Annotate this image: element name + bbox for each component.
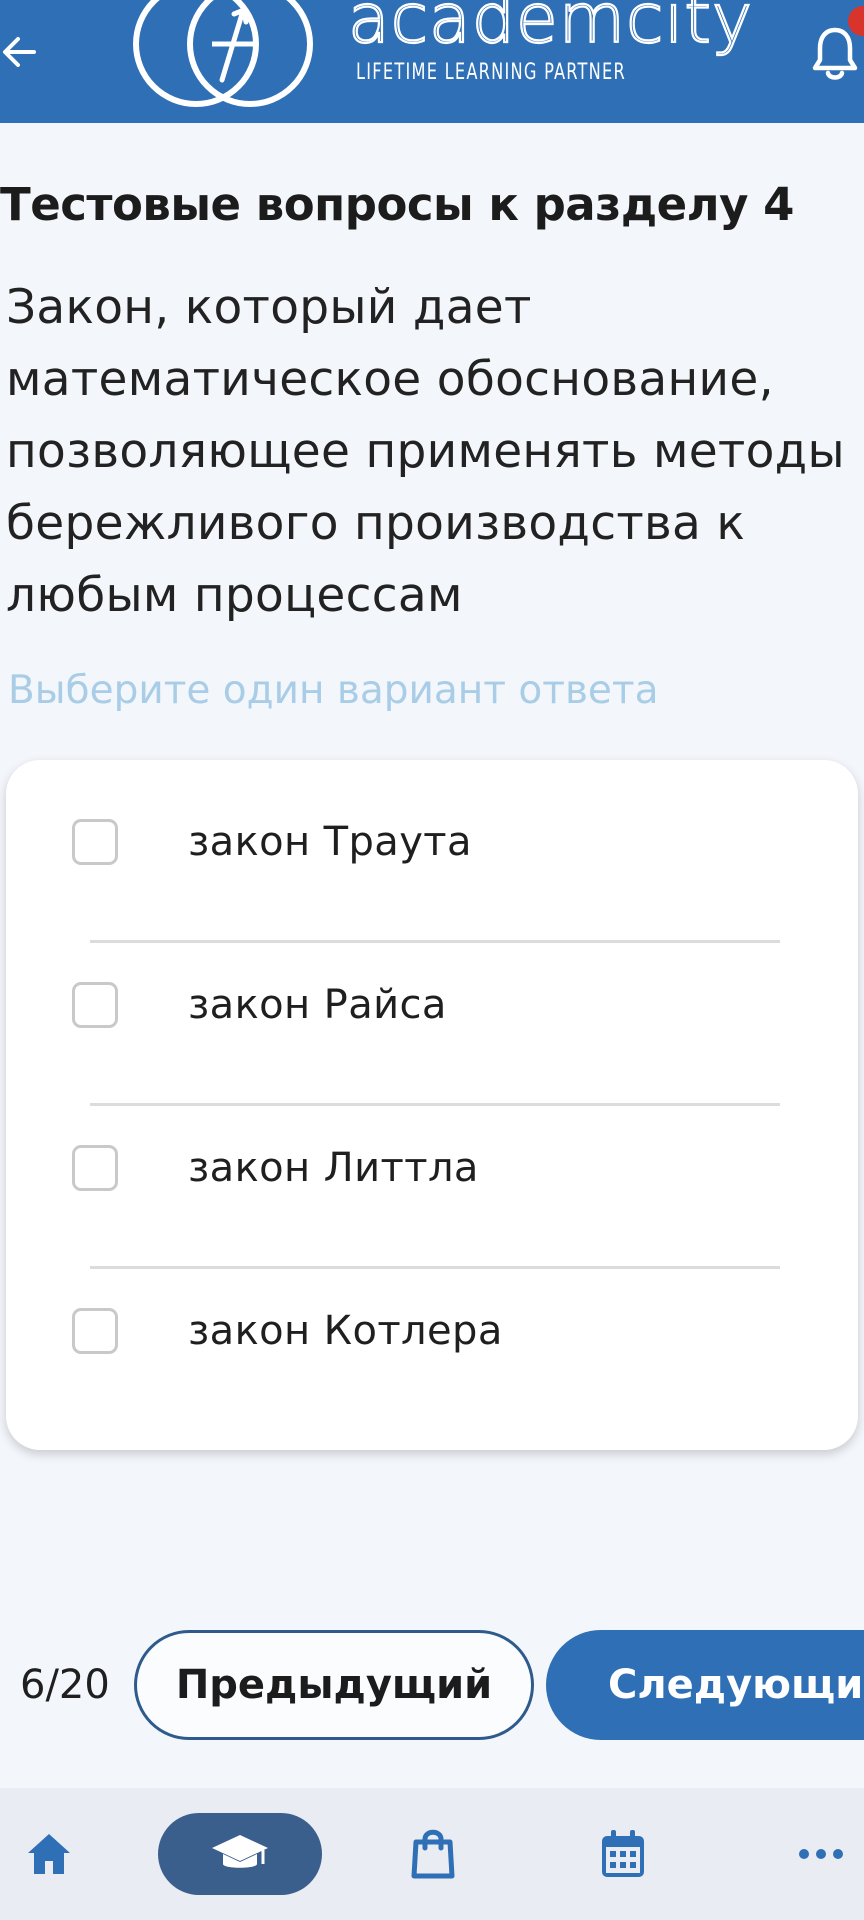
tab-shop[interactable] <box>398 1788 468 1920</box>
arrow-left-icon <box>3 37 36 67</box>
calendar-icon <box>602 1830 644 1877</box>
bell-icon <box>812 27 858 80</box>
checkbox[interactable] <box>72 981 118 1028</box>
shopping-bag-icon <box>411 1829 455 1879</box>
home-icon <box>28 1834 70 1874</box>
answer-options-card: закон Траута закон Райса закон Литтла за… <box>6 760 858 1450</box>
answer-option[interactable]: закон Райса <box>6 923 858 1086</box>
more-icon <box>799 1849 843 1859</box>
question-text: Закон, который дает математическое обосн… <box>6 280 845 623</box>
back-button[interactable] <box>0 22 44 82</box>
active-tab-indicator <box>158 1813 322 1895</box>
brand-name: academcity <box>347 0 754 59</box>
bottom-tab-bar <box>0 1788 864 1920</box>
answer-hint: Выберите один вариант ответа <box>8 668 659 713</box>
notifications-button[interactable] <box>812 26 858 82</box>
logo-icon <box>133 0 313 107</box>
answer-option[interactable]: закон Котлера <box>6 1249 858 1412</box>
brand-tagline: LIFETIME LEARNING PARTNER <box>356 60 626 85</box>
tab-calendar[interactable] <box>588 1788 658 1920</box>
graduation-cap-icon <box>212 1835 268 1868</box>
answer-option-label: закон Котлера <box>188 1307 503 1354</box>
app-header: academcity LIFETIME LEARNING PARTNER <box>0 0 864 123</box>
previous-button[interactable]: Предыдущий <box>134 1630 534 1740</box>
checkbox[interactable] <box>72 1307 118 1354</box>
next-button[interactable]: Следующий <box>546 1630 864 1740</box>
question-counter: 6/20 <box>20 1662 110 1708</box>
tab-more[interactable] <box>786 1788 856 1920</box>
answer-option-label: закон Траута <box>188 818 472 865</box>
answer-option[interactable]: закон Литтла <box>6 1086 858 1249</box>
answer-option[interactable]: закон Траута <box>6 760 858 923</box>
tab-home[interactable] <box>14 1788 84 1920</box>
section-title: Тестовые вопросы к разделу 4 <box>0 178 794 231</box>
tab-learning[interactable] <box>158 1788 322 1920</box>
answer-option-label: закон Райса <box>188 981 447 1028</box>
checkbox[interactable] <box>72 1144 118 1191</box>
answer-option-label: закон Литтла <box>188 1144 479 1191</box>
checkbox[interactable] <box>72 818 118 865</box>
